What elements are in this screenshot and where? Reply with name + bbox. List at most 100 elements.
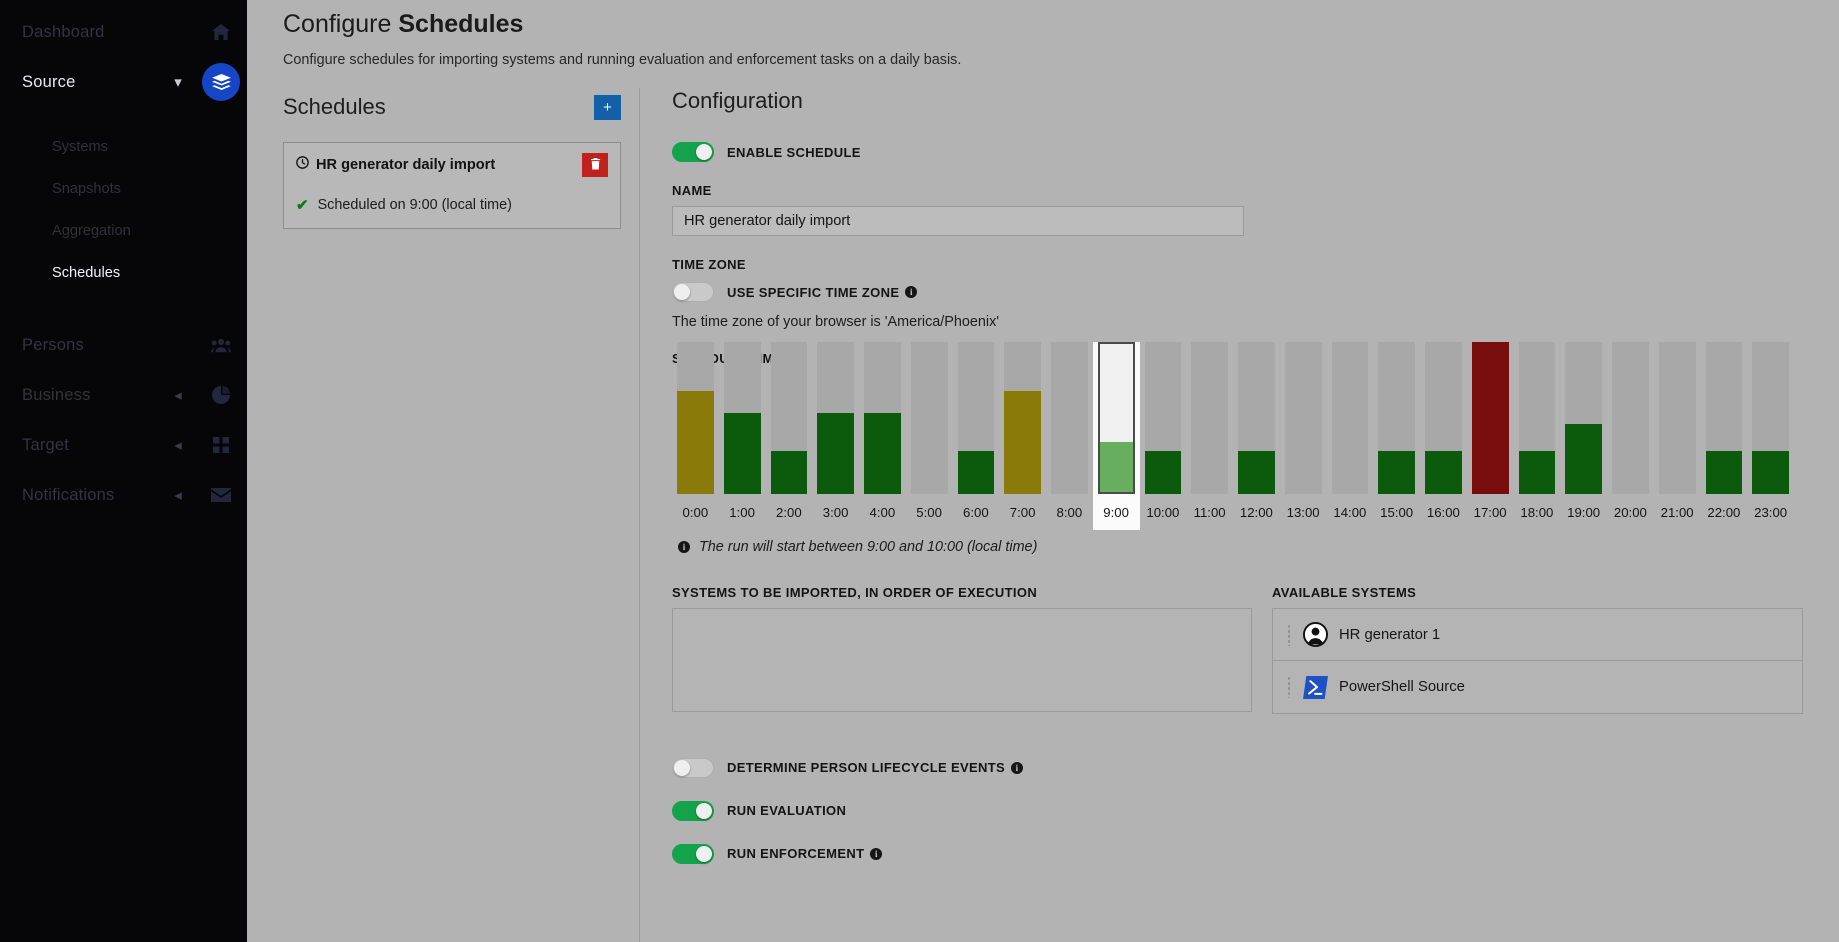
chart-slot-7-00[interactable]: 7:00: [999, 342, 1046, 530]
run-enforcement-toggle[interactable]: [672, 843, 714, 864]
chart-slot-9-00[interactable]: 9:00: [1092, 342, 1140, 530]
chart-slot-10-00[interactable]: 10:00: [1140, 342, 1187, 530]
use-specific-tz-row: USE SPECIFIC TIME ZONE i: [672, 282, 1803, 302]
chart-tick-label: 22:00: [1707, 504, 1741, 520]
chart-slot-23-00[interactable]: 23:00: [1747, 342, 1794, 530]
chart-tick-label: 21:00: [1660, 504, 1694, 520]
chart-slot-14-00[interactable]: 14:00: [1327, 342, 1374, 530]
chart-slot-12-00[interactable]: 12:00: [1233, 342, 1280, 530]
chart-slot-body: [1514, 342, 1561, 494]
systems-section: SYSTEMS TO BE IMPORTED, IN ORDER OF EXEC…: [672, 585, 1803, 714]
sidebar-item-snapshots[interactable]: Snapshots: [0, 168, 247, 210]
chart-tick-label: 7:00: [1009, 504, 1036, 520]
sidebar-item-notifications[interactable]: Notifications ◂: [0, 470, 247, 520]
chart-slots: 0:00 1:00 2:00 3:00 4:00 5:00 6:00 7:00 8:00 9:00…: [672, 342, 1794, 530]
chart-track: [910, 342, 948, 494]
schedule-card[interactable]: HR generator daily import ✔ Scheduled on…: [283, 142, 621, 229]
chart-tick-label: 11:00: [1193, 504, 1226, 520]
sidebar-item-source[interactable]: Source ▾: [0, 54, 247, 110]
layers-icon[interactable]: [195, 60, 247, 104]
enable-schedule-toggle[interactable]: [672, 142, 714, 162]
chart-slot-13-00[interactable]: 13:00: [1280, 342, 1327, 530]
page-title-bold: Schedules: [398, 10, 524, 38]
chevron-left-icon[interactable]: ◂: [161, 436, 195, 454]
drag-handle-icon[interactable]: [1287, 676, 1291, 698]
chart-bar: [1238, 451, 1275, 494]
chart-slot-20-00[interactable]: 20:00: [1607, 342, 1654, 530]
sidebar-item-label: Target: [22, 435, 70, 454]
list-item[interactable]: PowerShell Source: [1273, 661, 1802, 713]
name-input[interactable]: [672, 206, 1244, 236]
chart-slot-16-00[interactable]: 16:00: [1420, 342, 1467, 530]
sidebar-item-dashboard[interactable]: Dashboard: [0, 10, 247, 54]
chart-slot-3-00[interactable]: 3:00: [812, 342, 859, 530]
system-name: HR generator 1: [1339, 626, 1441, 643]
sidebar-item-target[interactable]: Target ◂: [0, 420, 247, 470]
chart-slot-body: [859, 342, 906, 494]
chart-slot-body: [1233, 342, 1280, 494]
sidebar: Dashboard Source ▾ Systems Snapshots Agg…: [0, 0, 247, 942]
list-item[interactable]: HR generator 1: [1273, 609, 1802, 661]
drag-handle-icon[interactable]: [1287, 623, 1291, 646]
systems-drop-zone[interactable]: [672, 608, 1252, 712]
chart-tick-label: 9:00: [1103, 504, 1129, 520]
sidebar-item-business[interactable]: Business ◂: [0, 370, 247, 420]
chart-slot-body: [812, 342, 859, 494]
determine-person-lifecycle-events-toggle[interactable]: [672, 757, 714, 778]
systems-to-import-panel: SYSTEMS TO BE IMPORTED, IN ORDER OF EXEC…: [672, 585, 1252, 714]
chart-slot-2-00[interactable]: 2:00: [766, 342, 813, 530]
add-schedule-button[interactable]: +: [594, 94, 621, 120]
sidebar-item-systems[interactable]: Systems: [0, 126, 247, 168]
chart-slot-8-00[interactable]: 8:00: [1046, 342, 1093, 530]
chart-track: [1612, 342, 1649, 494]
info-icon[interactable]: i: [870, 847, 883, 860]
envelope-icon: [195, 473, 247, 517]
info-icon[interactable]: i: [905, 286, 918, 298]
chart-bar: [1099, 441, 1133, 492]
chart-tick-label: 8:00: [1056, 504, 1083, 520]
label-text: RUN ENFORCEMENT: [727, 846, 865, 861]
delete-schedule-button[interactable]: [582, 153, 608, 177]
chart-slot-body: [672, 342, 719, 494]
chevron-left-icon[interactable]: ◂: [161, 386, 195, 404]
info-icon[interactable]: i: [1011, 761, 1024, 774]
chart-tick-label: 6:00: [963, 504, 989, 520]
name-label: NAME: [672, 183, 712, 198]
schedules-panel: Schedules + HR generator daily import ✔ …: [247, 88, 640, 942]
chart-slot-15-00[interactable]: 15:00: [1373, 342, 1420, 530]
clock-icon: [296, 156, 309, 173]
label-text: USE SPECIFIC TIME ZONE: [727, 284, 900, 300]
chart-bar: [1705, 451, 1743, 494]
chevron-down-icon[interactable]: ▾: [161, 73, 195, 91]
chart-slot-1-00[interactable]: 1:00: [719, 342, 766, 530]
chart-tick-label: 19:00: [1567, 504, 1601, 520]
chevron-left-icon[interactable]: ◂: [161, 486, 195, 504]
page-title: Configure Schedules: [247, 0, 1839, 39]
chart-slot-4-00[interactable]: 4:00: [859, 342, 906, 530]
chart-slot-11-00[interactable]: 11:00: [1186, 342, 1233, 530]
trash-icon: [590, 157, 601, 173]
chart-slot-body: [1560, 342, 1607, 494]
sidebar-item-aggregation[interactable]: Aggregation: [0, 210, 247, 252]
chart-tick-label: 17:00: [1473, 504, 1507, 520]
chart-slot-18-00[interactable]: 18:00: [1514, 342, 1561, 530]
chart-slot-body: [1467, 342, 1514, 494]
chart-tick-label: 16:00: [1426, 504, 1460, 520]
chart-slot-22-00[interactable]: 22:00: [1701, 342, 1748, 530]
toggle-knob: [674, 759, 690, 776]
sidebar-item-schedules[interactable]: Schedules: [0, 252, 247, 294]
chart-slot-19-00[interactable]: 19:00: [1560, 342, 1607, 530]
run-evaluation-toggle[interactable]: [672, 800, 714, 821]
available-systems-list: HR generator 1 PowerShell Source: [1272, 608, 1803, 714]
chart-slot-21-00[interactable]: 21:00: [1654, 342, 1701, 530]
chart-track: [1191, 342, 1228, 494]
toggle-knob: [696, 144, 712, 160]
use-specific-timezone-toggle[interactable]: [672, 282, 714, 302]
chart-slot-6-00[interactable]: 6:00: [953, 342, 1000, 530]
chart-slot-17-00[interactable]: 17:00: [1467, 342, 1514, 530]
chart-slot-0-00[interactable]: 0:00: [672, 342, 719, 530]
sidebar-subitem-label: Systems: [52, 139, 108, 155]
sidebar-item-persons[interactable]: Persons: [0, 320, 247, 370]
chart-slot-5-00[interactable]: 5:00: [906, 342, 953, 530]
schedules-title: Schedules: [283, 94, 386, 119]
